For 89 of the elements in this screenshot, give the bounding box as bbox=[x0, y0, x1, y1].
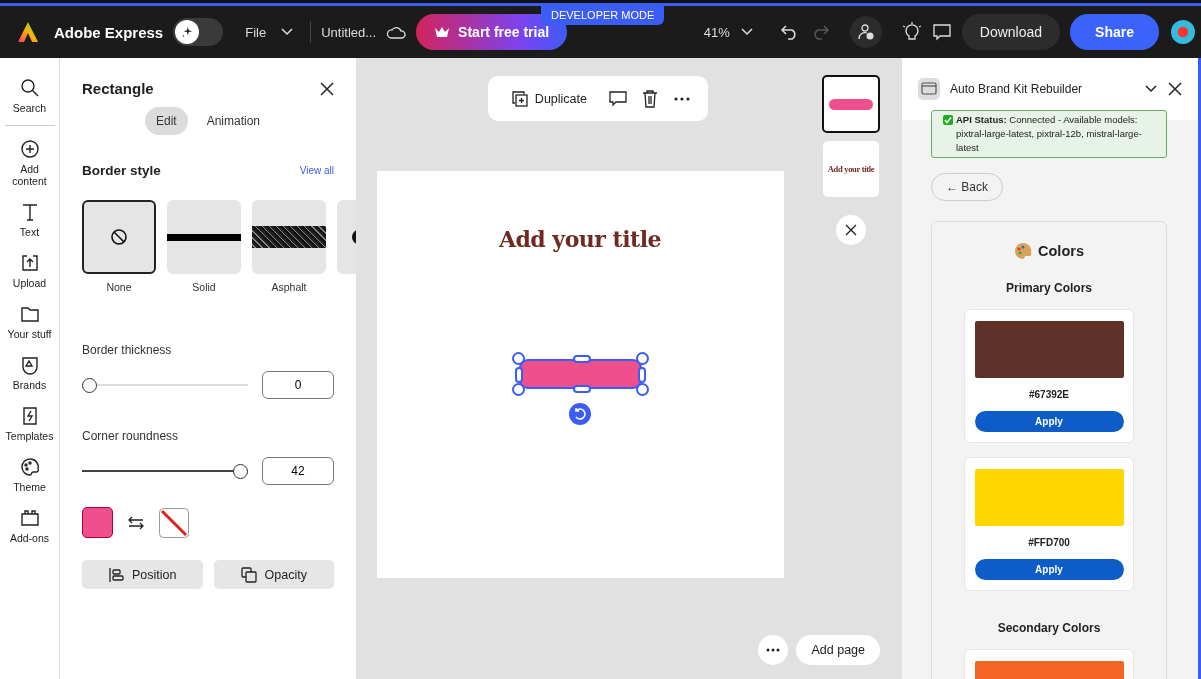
page-thumbnail[interactable]: Add your title bbox=[823, 141, 879, 197]
check-icon bbox=[943, 115, 953, 125]
page-thumbnail[interactable] bbox=[822, 75, 880, 133]
close-icon[interactable] bbox=[320, 81, 334, 96]
subsection-heading: Secondary Colors bbox=[997, 621, 1101, 635]
no-border-swatch[interactable] bbox=[159, 507, 189, 538]
panel-button[interactable]: Opacity bbox=[213, 560, 334, 589]
magic-toggle[interactable] bbox=[173, 18, 224, 46]
rail-item[interactable]: Add content bbox=[2, 139, 57, 187]
duplicate-icon bbox=[511, 90, 528, 107]
color-hex: #FFD700 bbox=[1028, 537, 1070, 548]
calendar-icon bbox=[918, 78, 940, 100]
shield-icon bbox=[19, 355, 40, 375]
panel-tab[interactable]: Edit bbox=[144, 107, 188, 135]
close-button[interactable] bbox=[836, 215, 866, 245]
crown-icon bbox=[434, 26, 451, 38]
value-field[interactable]: 0 bbox=[262, 371, 334, 399]
duplicate-button[interactable]: Duplicate bbox=[505, 89, 593, 108]
document-title[interactable]: Untitled... bbox=[321, 24, 377, 40]
palette-icon bbox=[19, 457, 40, 477]
mode-badge: DEVELOPER MODE bbox=[541, 6, 665, 25]
zoom-level[interactable]: 41% bbox=[703, 24, 730, 40]
border-style-label: Solid bbox=[192, 281, 216, 293]
slider-label: Corner roundness bbox=[82, 429, 180, 443]
selection-frame[interactable] bbox=[511, 352, 649, 396]
close-icon bbox=[845, 224, 857, 236]
palette-icon bbox=[1014, 242, 1033, 260]
border-style-option[interactable] bbox=[252, 200, 326, 274]
panel-tab[interactable]: Animation bbox=[195, 107, 272, 135]
fill-color-swatch[interactable] bbox=[82, 507, 113, 538]
rail-item[interactable]: Search bbox=[2, 78, 57, 114]
rail-item[interactable]: Upload bbox=[2, 253, 57, 289]
file-menu[interactable]: File bbox=[239, 23, 301, 41]
rail-item[interactable]: Your stuff bbox=[2, 304, 57, 340]
logo-icon[interactable] bbox=[16, 20, 40, 44]
rail-item[interactable]: Add-ons bbox=[2, 508, 57, 544]
swap-icon[interactable] bbox=[127, 514, 145, 531]
person-add-icon bbox=[856, 23, 875, 41]
rotate-handle[interactable] bbox=[568, 403, 591, 425]
more-icon bbox=[766, 648, 781, 652]
color-hex: #67392E bbox=[1028, 389, 1069, 400]
add-page-button[interactable]: Add page bbox=[796, 635, 880, 665]
box-icon bbox=[19, 508, 40, 528]
more-icon[interactable] bbox=[674, 96, 691, 101]
no-symbol-icon bbox=[110, 228, 128, 246]
upload-icon bbox=[19, 253, 40, 273]
page-title[interactable]: Add your title bbox=[498, 226, 662, 252]
section-title: Border style bbox=[82, 163, 161, 178]
align-icon bbox=[108, 566, 124, 583]
comment-icon[interactable] bbox=[608, 89, 627, 108]
comment-icon[interactable] bbox=[931, 22, 952, 42]
rail-item[interactable]: Templates bbox=[2, 406, 57, 442]
slider-thumb[interactable] bbox=[82, 377, 97, 393]
apply-button[interactable]: Apply bbox=[974, 411, 1124, 432]
avatar[interactable] bbox=[1171, 20, 1195, 44]
panel-button[interactable]: Position bbox=[82, 560, 203, 589]
slider-label: Border thickness bbox=[82, 343, 173, 357]
plus-circle-icon bbox=[19, 139, 40, 159]
panel-title: Rectangle bbox=[82, 80, 154, 97]
layers-icon bbox=[240, 566, 257, 583]
addon-title: Auto Brand Kit Rebuilder bbox=[950, 82, 1084, 96]
close-icon[interactable] bbox=[1168, 82, 1182, 96]
chevron-down-icon[interactable] bbox=[739, 27, 754, 37]
invite-button[interactable] bbox=[849, 16, 882, 48]
folder-icon bbox=[19, 304, 40, 324]
chevron-down-icon[interactable] bbox=[1144, 84, 1158, 94]
search-icon bbox=[19, 78, 40, 98]
border-style-option[interactable] bbox=[167, 200, 241, 274]
value-field[interactable]: 42 bbox=[262, 457, 334, 485]
slider-thumb[interactable] bbox=[233, 463, 248, 479]
status-message: API Status: Connected - Available models: pixtral-large-latest, pixtral-12b, mistral-large-latest bbox=[956, 113, 1143, 155]
app-name: Adobe Express bbox=[54, 23, 164, 41]
apply-button[interactable]: Apply bbox=[974, 559, 1124, 580]
rail-item[interactable]: Theme bbox=[2, 457, 57, 493]
download-button[interactable]: Download bbox=[961, 14, 1061, 50]
border-style-label: Asphalt bbox=[271, 281, 307, 293]
share-button[interactable]: Share bbox=[1070, 14, 1159, 50]
view-all-link[interactable]: View all bbox=[299, 165, 334, 176]
subsection-heading: Primary Colors bbox=[1005, 281, 1092, 295]
cloud-icon bbox=[386, 25, 407, 39]
back-button[interactable]: ← Back bbox=[931, 173, 1003, 201]
trash-icon[interactable] bbox=[642, 89, 659, 108]
chevron-down-icon bbox=[280, 27, 295, 37]
lightbulb-icon[interactable] bbox=[901, 22, 922, 42]
border-style-option[interactable] bbox=[82, 200, 156, 274]
rail-item[interactable]: Text bbox=[2, 202, 57, 238]
border-style-label: None bbox=[106, 281, 132, 293]
rail-item[interactable]: Brands bbox=[2, 355, 57, 391]
section-heading: Colors bbox=[1038, 243, 1084, 259]
